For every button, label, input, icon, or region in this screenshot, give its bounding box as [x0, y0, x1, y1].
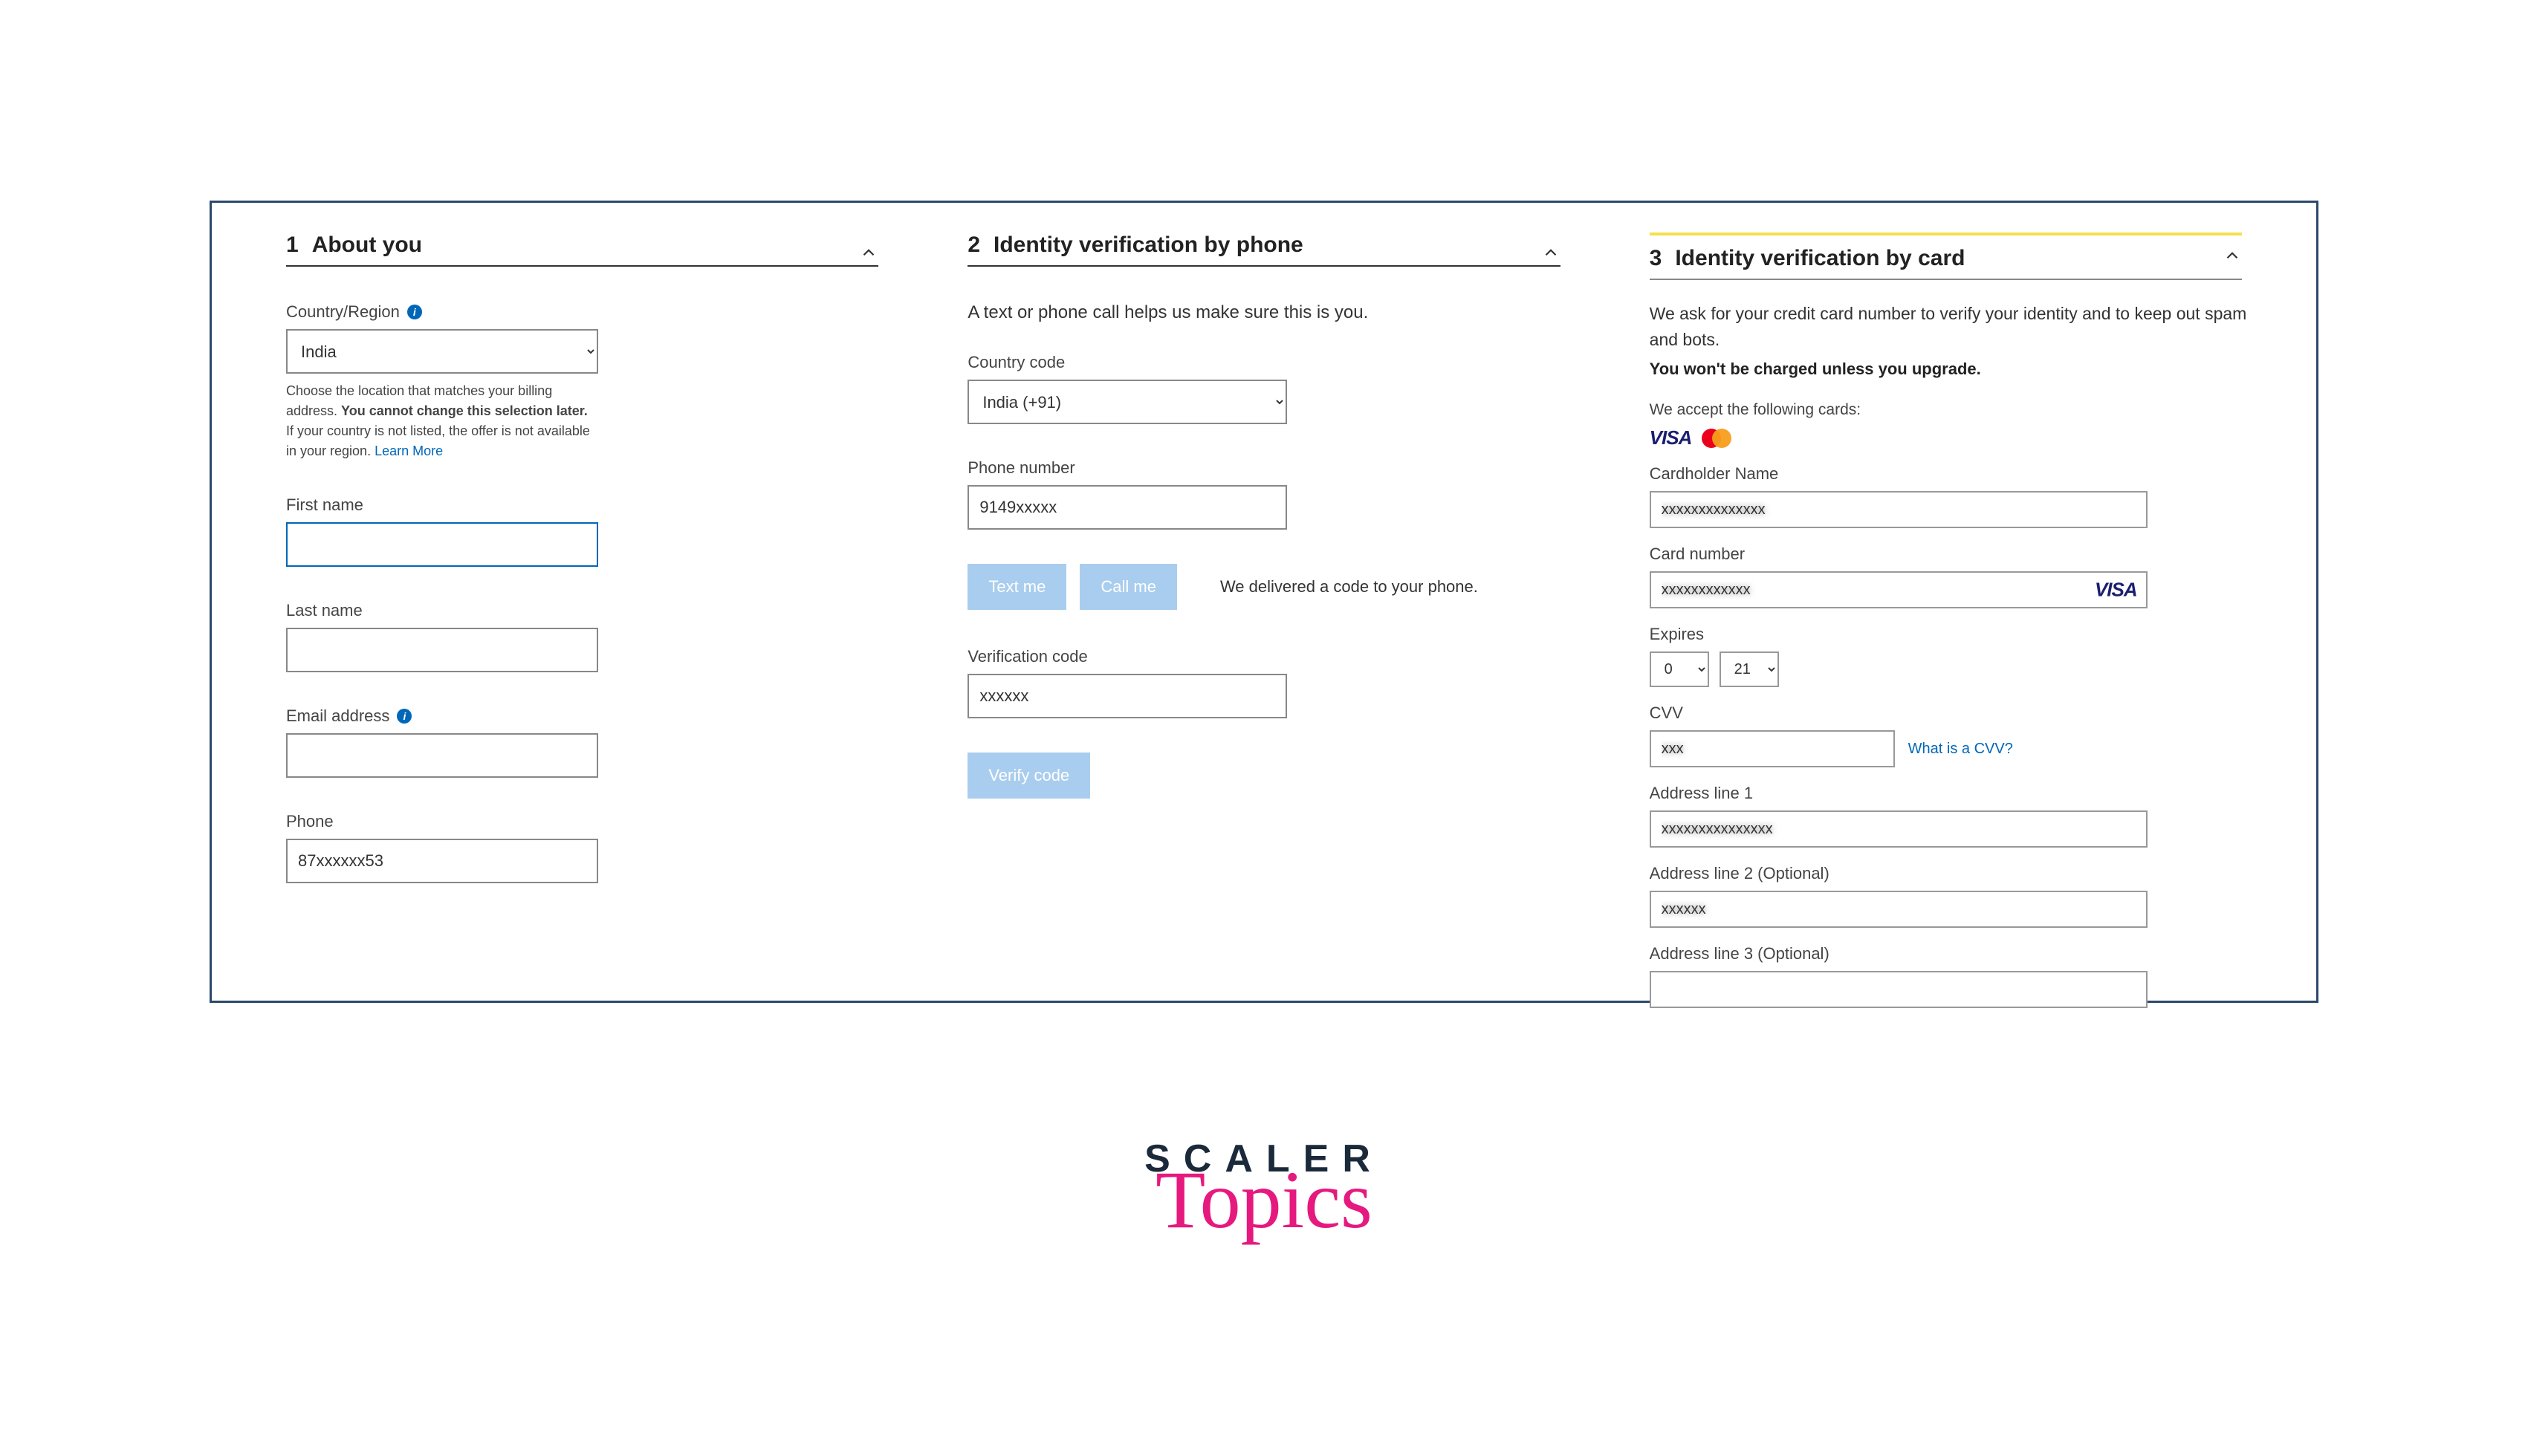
- verify-code-button[interactable]: Verify code: [968, 753, 1090, 799]
- section-number: 1: [286, 233, 299, 258]
- address1-label: Address line 1: [1650, 784, 2242, 803]
- mastercard-icon: [1702, 428, 1733, 449]
- panel-verify-phone: 2 Identity verification by phone A text …: [968, 233, 1560, 1001]
- expiry-month-select[interactable]: 0: [1650, 651, 1709, 687]
- first-name-input[interactable]: [286, 522, 598, 567]
- delivered-message: We delivered a code to your phone.: [1220, 577, 1478, 597]
- accept-cards-label: We accept the following cards:: [1650, 401, 2242, 419]
- phone-label: Phone: [286, 812, 878, 831]
- country-label: Country/Region: [286, 302, 400, 322]
- last-name-input[interactable]: [286, 628, 598, 672]
- cardholder-label: Cardholder Name: [1650, 464, 2242, 484]
- what-is-cvv-link[interactable]: What is a CVV?: [1908, 741, 2013, 758]
- country-helper: Choose the location that matches your bi…: [286, 381, 598, 461]
- section-number: 2: [968, 233, 980, 258]
- address3-label: Address line 3 (Optional): [1650, 944, 2242, 963]
- last-name-label: Last name: [286, 601, 878, 620]
- text-me-button[interactable]: Text me: [968, 564, 1066, 610]
- verification-code-input[interactable]: [968, 674, 1287, 718]
- info-icon[interactable]: i: [397, 709, 412, 724]
- section-title: Identity verification by phone: [994, 233, 1303, 258]
- scaler-topics-logo: SCALER Topics: [1144, 1137, 1384, 1237]
- verification-code-label: Verification code: [968, 647, 1560, 666]
- chevron-up-icon[interactable]: [1541, 243, 1560, 266]
- cardholder-input[interactable]: [1650, 491, 2148, 528]
- phone-number-input[interactable]: [968, 485, 1287, 530]
- cvv-label: CVV: [1650, 703, 2242, 723]
- email-input[interactable]: [286, 733, 598, 778]
- info-icon[interactable]: i: [407, 305, 422, 319]
- chevron-up-icon[interactable]: [2223, 246, 2242, 269]
- panel-verify-card: 3 Identity verification by card We ask f…: [1650, 233, 2242, 1001]
- section-number: 3: [1650, 246, 1662, 271]
- signup-form-screenshot: 1 About you Country/Region i India Choos…: [210, 201, 2318, 1003]
- address3-input[interactable]: [1650, 971, 2148, 1008]
- address1-input[interactable]: [1650, 810, 2148, 848]
- country-code-select[interactable]: India (+91): [968, 380, 1287, 424]
- visa-icon: VISA: [2095, 579, 2137, 602]
- logo-line2: Topics: [1144, 1163, 1384, 1237]
- card-number-label: Card number: [1650, 545, 2242, 564]
- address2-input[interactable]: [1650, 891, 2148, 928]
- country-code-label: Country code: [968, 353, 1560, 372]
- card-intro: We ask for your credit card number to ve…: [1650, 301, 2259, 352]
- expiry-year-select[interactable]: 21: [1720, 651, 1779, 687]
- country-select[interactable]: India: [286, 329, 598, 374]
- learn-more-link[interactable]: Learn More: [375, 443, 443, 458]
- card-logos: VISA: [1650, 426, 2242, 449]
- chevron-up-icon[interactable]: [859, 243, 878, 266]
- section-title: Identity verification by card: [1675, 246, 1965, 271]
- call-me-button[interactable]: Call me: [1080, 564, 1177, 610]
- address2-label: Address line 2 (Optional): [1650, 864, 2242, 883]
- section-title: About you: [312, 233, 422, 258]
- first-name-label: First name: [286, 495, 878, 515]
- cvv-input[interactable]: [1650, 730, 1895, 767]
- phone-intro: A text or phone call helps us make sure …: [968, 302, 1560, 323]
- panel-about-you: 1 About you Country/Region i India Choos…: [286, 233, 878, 1001]
- expires-label: Expires: [1650, 625, 2242, 644]
- card-number-input[interactable]: [1650, 571, 2148, 608]
- card-intro-bold: You won't be charged unless you upgrade.: [1650, 360, 2242, 379]
- visa-icon: VISA: [1650, 426, 1692, 449]
- phone-number-label: Phone number: [968, 458, 1560, 478]
- phone-input[interactable]: [286, 839, 598, 883]
- email-label: Email address: [286, 706, 389, 726]
